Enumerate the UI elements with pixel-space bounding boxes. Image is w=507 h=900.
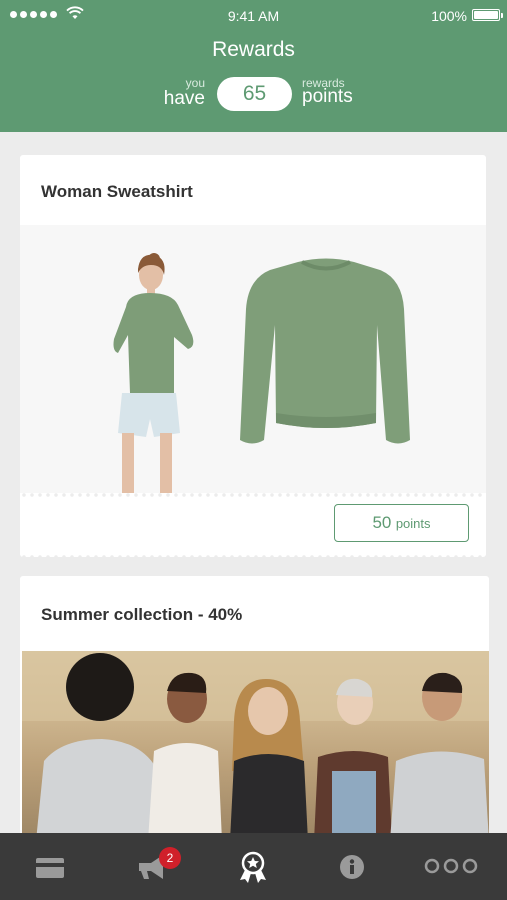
tab-info[interactable] <box>322 833 382 900</box>
reward-card-sweatshirt[interactable]: Woman Sweatshirt 50 points <box>20 155 486 559</box>
tab-card[interactable] <box>20 833 80 900</box>
have-label: have <box>163 88 205 109</box>
perforation-divider <box>20 493 486 497</box>
perforation-bottom <box>20 555 486 559</box>
points-unit: points <box>395 516 431 531</box>
group-photo-illustration <box>22 651 489 841</box>
reward-card-summer[interactable]: Summer collection - 40% <box>20 576 489 876</box>
redeem-points-button[interactable]: 50 points <box>334 504 469 542</box>
status-bar: 9:41 AM 100% <box>0 0 507 32</box>
page-title: Rewards <box>212 38 295 61</box>
card-title: Summer collection - 40% <box>41 605 243 624</box>
summer-collection-photo <box>22 651 489 841</box>
sweatshirt-flat <box>240 258 410 444</box>
sweatshirt-illustration <box>113 253 410 493</box>
tab-more[interactable] <box>419 833 483 900</box>
tab-bar: 2 <box>0 833 507 900</box>
card-icon <box>36 858 64 878</box>
rewards-ribbon-icon <box>240 851 266 883</box>
more-icon <box>424 858 478 874</box>
points-cost: 50 <box>372 513 392 532</box>
points-label: points <box>302 86 353 107</box>
rewards-header: 9:41 AM 100% Rewards you have 65 rewards… <box>0 0 507 132</box>
product-image <box>20 225 486 493</box>
battery-percent: 100% <box>431 8 467 24</box>
points-balance: 65 <box>217 77 292 111</box>
info-icon <box>340 855 364 879</box>
notification-badge: 2 <box>159 847 181 869</box>
battery-icon <box>472 9 503 21</box>
points-summary: you have 65 rewards points <box>0 74 507 114</box>
model-figure <box>113 253 194 493</box>
card-title: Woman Sweatshirt <box>41 182 193 201</box>
tab-rewards[interactable] <box>223 833 283 900</box>
